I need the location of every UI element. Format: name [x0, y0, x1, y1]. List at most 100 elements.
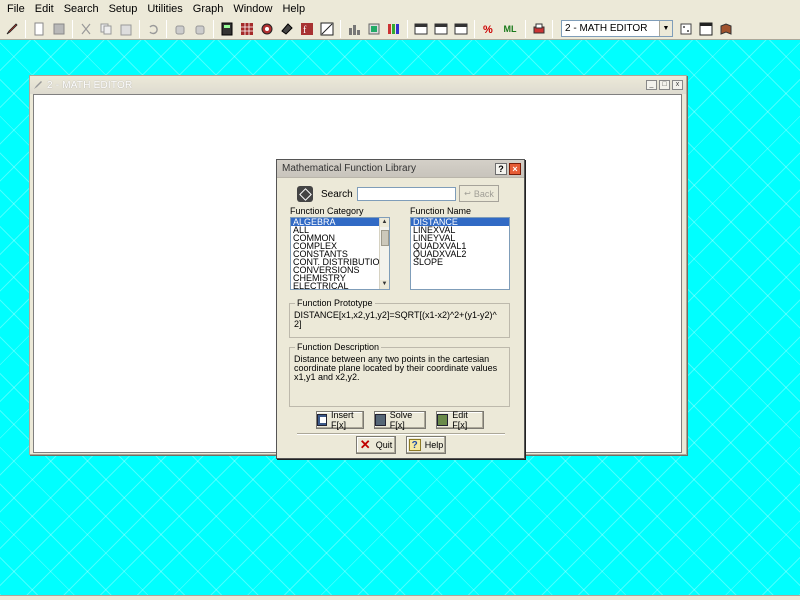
scroll-down-icon[interactable]: ▼	[380, 280, 389, 289]
close-icon[interactable]: ×	[509, 162, 521, 175]
help-icon[interactable]: ?	[495, 162, 507, 175]
save-icon[interactable]	[50, 20, 68, 38]
quit-button[interactable]: ✕ Quit	[356, 436, 396, 454]
book-icon[interactable]	[717, 20, 735, 38]
search-row: Search	[297, 186, 456, 202]
toolbar-separator	[340, 19, 341, 38]
menu-utilities[interactable]: Utilities	[142, 0, 187, 18]
function-icon[interactable]: f	[298, 20, 316, 38]
help-button[interactable]: ? Help	[406, 436, 446, 454]
menu-window[interactable]: Window	[228, 0, 277, 18]
settings-icon[interactable]	[258, 20, 276, 38]
list-item[interactable]: ELECTRICAL	[291, 282, 389, 290]
toolbar-separator	[72, 19, 73, 38]
edit-function-label: Edit F[x]	[452, 410, 468, 430]
minimize-button[interactable]: _	[646, 80, 657, 90]
window-icon[interactable]	[432, 20, 450, 38]
graph-icon[interactable]	[318, 20, 336, 38]
cut-icon[interactable]	[77, 20, 95, 38]
insert-function-label: Insert F[x]	[331, 410, 354, 430]
edit-function-icon	[437, 414, 449, 426]
list-item[interactable]: SLOPE	[411, 258, 509, 267]
window-icon[interactable]	[412, 20, 430, 38]
editor-select[interactable]: 2 - MATH EDITOR ▼	[561, 20, 673, 37]
chart-icon[interactable]	[345, 20, 363, 38]
copy-icon[interactable]	[97, 20, 115, 38]
dialog-title-bar[interactable]: Mathematical Function Library ? ×	[277, 160, 524, 178]
back-button[interactable]: ↩ Back	[459, 185, 499, 202]
edit-function-button[interactable]: Edit F[x]	[436, 410, 484, 430]
close-button[interactable]: x	[672, 80, 683, 90]
toolbar-separator	[474, 19, 475, 38]
function-library-dialog: Mathematical Function Library ? × Search…	[276, 159, 525, 459]
function-prototype-title: Function Prototype	[295, 298, 375, 308]
function-description-title: Function Description	[295, 342, 382, 352]
search-label: Search	[321, 188, 353, 200]
back-label: Back	[473, 188, 494, 199]
solve-function-label: Solve F[x]	[389, 410, 413, 430]
menu-help[interactable]: Help	[277, 0, 310, 18]
maximize-button[interactable]: □	[659, 80, 670, 90]
math-editor-title-bar[interactable]: 2 - MATH EDITOR _ □ x	[30, 76, 686, 94]
function-name-label: Function Name	[410, 206, 472, 216]
function-category-label: Function Category	[290, 206, 364, 216]
toolbar-separator	[25, 19, 26, 38]
paste-icon[interactable]	[117, 20, 135, 38]
function-prototype-group: Function Prototype DISTANCE[x1,x2,y1,y2]…	[289, 298, 510, 338]
menu-setup[interactable]: Setup	[104, 0, 143, 18]
math-editor-title: 2 - MATH EDITOR	[47, 79, 133, 91]
pen-icon[interactable]	[3, 20, 21, 38]
calculator-icon[interactable]	[218, 20, 236, 38]
scroll-thumb[interactable]	[381, 230, 389, 246]
function-description-group: Function Description Distance between an…	[289, 342, 510, 407]
ml-icon[interactable]: ML	[499, 20, 521, 38]
eraser-icon[interactable]	[278, 20, 296, 38]
menu-bar: File Edit Search Setup Utilities Graph W…	[0, 0, 800, 18]
undo-icon[interactable]	[144, 20, 162, 38]
svg-text:%: %	[483, 24, 493, 36]
status-bar	[0, 595, 800, 600]
menu-search[interactable]: Search	[59, 0, 104, 18]
menu-graph[interactable]: Graph	[188, 0, 229, 18]
close-icon: ✕	[359, 437, 371, 452]
printer-icon[interactable]	[530, 20, 548, 38]
menu-file[interactable]: File	[2, 0, 30, 18]
insert-function-button[interactable]: Insert F[x]	[316, 410, 364, 430]
function-category-list[interactable]: ALGEBRA ALL COMMON COMPLEX CONSTANTS CON…	[290, 217, 390, 290]
toolbar-separator	[166, 19, 167, 38]
pen-icon	[34, 81, 42, 89]
search-input[interactable]	[356, 187, 456, 201]
function-description-text: Distance between any two points in the c…	[294, 354, 498, 382]
menu-edit[interactable]: Edit	[30, 0, 59, 18]
toolbar-separator	[139, 19, 140, 38]
grid-icon[interactable]	[238, 20, 256, 38]
hand-icon[interactable]	[191, 20, 209, 38]
toolbar-separator	[525, 19, 526, 38]
chevron-down-icon[interactable]: ▼	[659, 21, 672, 36]
ml-label: ML	[503, 23, 517, 34]
solve-function-button[interactable]: Solve F[x]	[374, 410, 426, 430]
new-icon[interactable]	[30, 20, 48, 38]
dice-icon[interactable]	[677, 20, 695, 38]
toolbar-separator	[213, 19, 214, 38]
back-arrow-icon: ↩	[464, 189, 471, 198]
solve-function-icon	[375, 414, 386, 426]
function-name-list[interactable]: DISTANCE LINEXVAL LINEYVAL QUADXVAL1 QUA…	[410, 217, 510, 290]
percent-icon[interactable]: %	[479, 20, 497, 38]
window-icon[interactable]	[452, 20, 470, 38]
editor-select-value: 2 - MATH EDITOR	[565, 23, 648, 34]
table-icon[interactable]	[697, 20, 715, 38]
category-scrollbar[interactable]: ▲ ▼	[379, 218, 389, 289]
insert-function-icon	[317, 414, 327, 426]
report-icon[interactable]	[385, 20, 403, 38]
hand-icon[interactable]	[171, 20, 189, 38]
toolbar: f % ML 2 - MATH EDITOR ▼	[0, 18, 800, 40]
button-divider	[297, 433, 505, 435]
quit-label: Quit	[375, 440, 393, 450]
dialog-title: Mathematical Function Library	[282, 163, 416, 174]
function-prototype-text: DISTANCE[x1,x2,y1,y2]=SQRT[(x1-x2)^2+(y1…	[294, 310, 497, 329]
toolbar-separator	[407, 19, 408, 38]
print-preview-icon[interactable]	[365, 20, 383, 38]
scroll-up-icon[interactable]: ▲	[380, 218, 389, 227]
toolbar-separator	[552, 19, 553, 38]
